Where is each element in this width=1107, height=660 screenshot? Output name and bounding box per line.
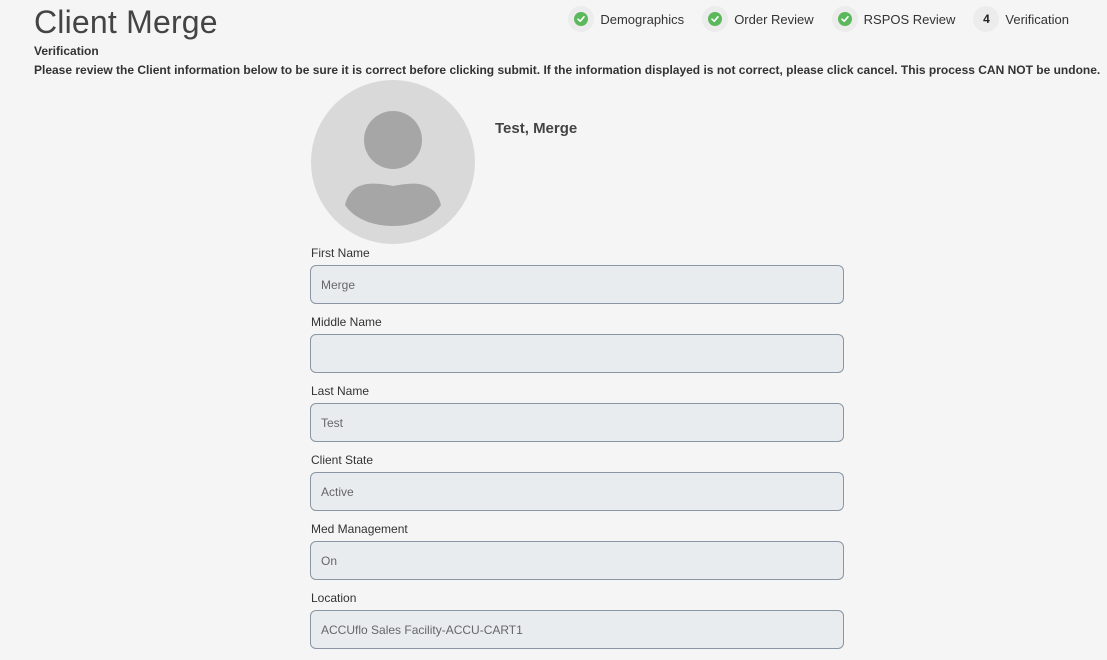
first-name-field[interactable] xyxy=(310,265,844,304)
client-state-field[interactable] xyxy=(310,472,844,511)
med-management-field[interactable] xyxy=(310,541,844,580)
med-management-label: Med Management xyxy=(311,522,408,536)
step-status-circle xyxy=(702,6,729,32)
check-circle-icon xyxy=(574,12,589,26)
user-placeholder-icon xyxy=(345,111,441,226)
middle-name-field[interactable] xyxy=(310,334,844,373)
page-title: Client Merge xyxy=(34,4,218,40)
step-status-circle xyxy=(568,6,595,32)
client-display-name: Test, Merge xyxy=(495,120,578,137)
page-subtitle: Verification xyxy=(34,44,99,58)
instructions-text: Please review the Client information bel… xyxy=(34,63,1101,77)
step-status-circle xyxy=(831,6,858,32)
middle-name-label: Middle Name xyxy=(311,315,382,329)
step-demographics[interactable]: Demographics xyxy=(568,4,688,34)
step-label: RSPOS Review xyxy=(863,11,956,27)
check-circle-icon xyxy=(837,12,852,26)
progress-stepper: Demographics Order Review RSPOS Review 4… xyxy=(568,4,1073,34)
step-number-badge: 4 xyxy=(973,6,1000,32)
step-verification[interactable]: 4 Verification xyxy=(973,4,1073,34)
step-label: Order Review xyxy=(734,11,814,27)
last-name-field[interactable] xyxy=(310,403,844,442)
check-circle-icon xyxy=(708,12,723,26)
step-rspos-review[interactable]: RSPOS Review xyxy=(831,4,960,34)
avatar xyxy=(311,80,475,244)
location-label: Location xyxy=(311,591,357,605)
first-name-label: First Name xyxy=(311,246,370,260)
step-order-review[interactable]: Order Review xyxy=(702,4,817,34)
client-state-label: Client State xyxy=(311,453,374,467)
step-label: Demographics xyxy=(600,11,685,27)
step-label: Verification xyxy=(1005,11,1069,27)
location-field[interactable] xyxy=(310,610,844,649)
last-name-label: Last Name xyxy=(311,384,370,398)
client-info-form: First Name Middle Name Last Name Client … xyxy=(310,246,844,660)
